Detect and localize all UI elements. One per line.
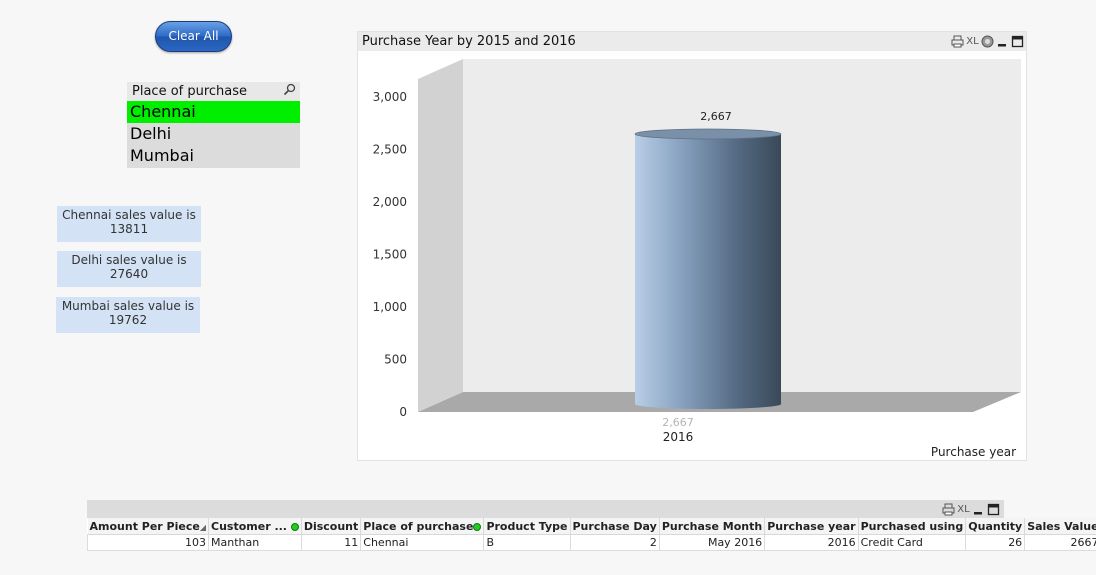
cell-product-type[interactable]: B bbox=[483, 534, 571, 551]
y-tick-label: 0 bbox=[399, 405, 407, 419]
bar-top-cap bbox=[634, 128, 782, 140]
table-header-row: Amount Per Piece◢ Customer ... Discount … bbox=[87, 518, 1096, 535]
place-of-purchase-listbox: Place of purchase Chennai Delhi Mumbai bbox=[127, 82, 300, 168]
column-header-amount-per-piece[interactable]: Amount Per Piece◢ bbox=[87, 518, 209, 535]
cell-place-of-purchase[interactable]: Chennai bbox=[360, 534, 485, 551]
chart-title: Purchase Year by 2015 and 2016 bbox=[362, 34, 576, 49]
export-excel-icon[interactable]: XL bbox=[957, 503, 970, 516]
textbox-value: 13811 bbox=[109, 222, 149, 236]
y-tick-label: 2,000 bbox=[373, 195, 407, 209]
selection-indicator-icon bbox=[290, 522, 299, 531]
print-icon[interactable] bbox=[942, 503, 955, 516]
column-header-sales-value[interactable]: Sales Value bbox=[1024, 518, 1096, 535]
cell-discount[interactable]: 11 bbox=[300, 534, 362, 551]
x-axis-title: Purchase year bbox=[931, 445, 1016, 459]
y-tick-label: 2,500 bbox=[373, 143, 407, 157]
x-tick-label: 2016 bbox=[663, 430, 694, 444]
fast-change-icon[interactable] bbox=[981, 35, 994, 48]
chart-side-wall bbox=[418, 59, 463, 412]
listbox-title: Place of purchase bbox=[132, 84, 248, 99]
selection-indicator-icon bbox=[473, 522, 482, 531]
listbox-item-delhi[interactable]: Delhi bbox=[127, 123, 300, 145]
column-header-purchase-month[interactable]: Purchase Month bbox=[659, 518, 766, 535]
textbox-value: 19762 bbox=[108, 313, 148, 327]
column-header-quantity[interactable]: Quantity bbox=[965, 518, 1026, 535]
column-header-purchase-year[interactable]: Purchase year bbox=[764, 518, 859, 535]
column-header-purchase-day[interactable]: Purchase Day bbox=[570, 518, 660, 535]
chennai-sales-textbox: Chennai sales value is 13811 bbox=[57, 206, 201, 242]
column-header-place-of-purchase[interactable]: Place of purchase bbox=[360, 518, 485, 535]
bar-2016 bbox=[635, 133, 781, 409]
cell-purchase-month[interactable]: May 2016 bbox=[658, 534, 766, 551]
listbox-item-chennai[interactable]: Chennai bbox=[127, 101, 300, 123]
data-label: 2,667 bbox=[700, 110, 732, 123]
listbox-item-mumbai[interactable]: Mumbai bbox=[127, 145, 300, 167]
cell-purchase-day[interactable]: 2 bbox=[569, 534, 660, 551]
base-value-label: 2,667 bbox=[662, 416, 694, 429]
export-excel-icon[interactable]: XL bbox=[966, 35, 979, 48]
maximize-icon[interactable] bbox=[1011, 35, 1024, 48]
y-tick-label: 500 bbox=[384, 353, 407, 367]
table-caption: XL bbox=[87, 500, 1004, 518]
textbox-value: 27640 bbox=[109, 267, 149, 281]
minimize-icon[interactable] bbox=[996, 35, 1009, 48]
delhi-sales-textbox: Delhi sales value is 27640 bbox=[57, 251, 201, 287]
column-header-discount[interactable]: Discount bbox=[301, 518, 362, 535]
cell-amount-per-piece[interactable]: 103 bbox=[87, 534, 209, 551]
column-header-customer[interactable]: Customer ... bbox=[208, 518, 302, 535]
mumbai-sales-textbox: Mumbai sales value is 19762 bbox=[56, 297, 200, 333]
listbox-header: Place of purchase bbox=[127, 82, 300, 101]
cell-quantity[interactable]: 26 bbox=[965, 534, 1026, 551]
sort-icon: ◢ bbox=[199, 522, 206, 532]
bars: 2,6672,6672016 bbox=[634, 110, 782, 444]
cell-purchased-using[interactable]: Credit Card bbox=[857, 534, 967, 551]
column-header-purchased-using[interactable]: Purchased using bbox=[858, 518, 967, 535]
textbox-line: Delhi sales value is bbox=[71, 253, 187, 267]
print-icon[interactable] bbox=[951, 35, 964, 48]
search-icon[interactable] bbox=[283, 83, 296, 96]
maximize-icon[interactable] bbox=[987, 503, 1000, 516]
cell-sales-value[interactable]: 2667 bbox=[1024, 534, 1096, 551]
table-row: 103 Manthan 11 Chennai B 2 May 2016 2016… bbox=[87, 534, 1096, 551]
textbox-line: Mumbai sales value is bbox=[61, 299, 195, 313]
y-tick-label: 3,000 bbox=[373, 90, 407, 104]
bar-chart: 0 500 1,000 1,500 2,000 2,500 3,000 2,667 2,667… bbox=[373, 59, 1021, 459]
chart-caption: Purchase Year by 2015 and 2016 XL bbox=[358, 32, 1026, 51]
y-axis: 0 500 1,000 1,500 2,000 2,500 3,000 bbox=[373, 90, 407, 419]
column-header-product-type[interactable]: Product Type bbox=[483, 518, 571, 535]
y-tick-label: 1,000 bbox=[373, 300, 407, 314]
textbox-line: Chennai sales value is bbox=[62, 208, 196, 222]
cell-customer[interactable]: Manthan bbox=[208, 534, 302, 551]
minimize-icon[interactable] bbox=[972, 503, 985, 516]
y-tick-label: 1,500 bbox=[373, 248, 407, 262]
data-table: Amount Per Piece◢ Customer ... Discount … bbox=[87, 518, 1096, 551]
clear-all-button[interactable]: Clear All bbox=[155, 21, 232, 52]
cell-purchase-year[interactable]: 2016 bbox=[764, 534, 859, 551]
